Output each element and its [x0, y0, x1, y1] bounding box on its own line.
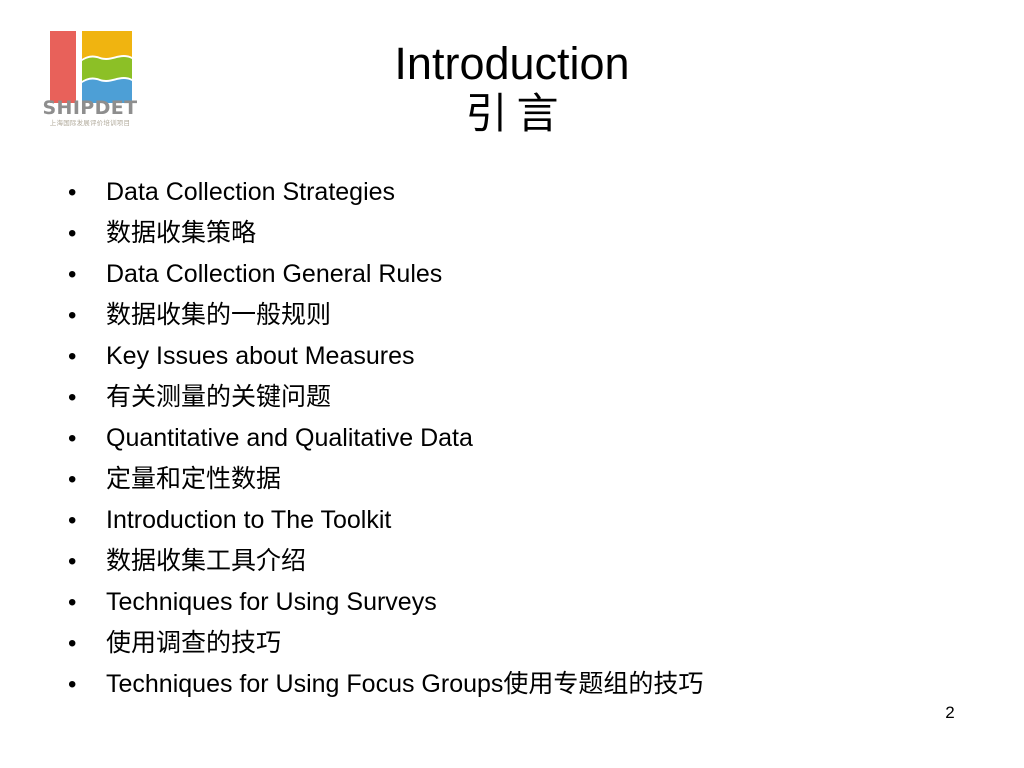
list-item: • 数据收集的一般规则 — [64, 300, 964, 342]
bullet-dot-icon: • — [68, 261, 77, 288]
bullet-dot-icon: • — [68, 302, 77, 329]
list-item: • 使用调查的技巧 — [64, 628, 964, 670]
list-item: • 数据收集策略 — [64, 218, 964, 260]
bullet-dot-icon: • — [68, 466, 77, 493]
bullet-dot-icon: • — [68, 671, 77, 698]
list-item: • 有关测量的关键问题 — [64, 382, 964, 424]
list-item-label: 有关测量的关键问题 — [106, 382, 332, 411]
bullet-dot-icon: • — [68, 220, 77, 247]
list-item-label: 数据收集策略 — [106, 218, 257, 247]
slide: SHIPDET 上海国际发展评价培训项目 Introduction 引言 • Da… — [0, 0, 1024, 768]
bullet-dot-icon: • — [68, 589, 77, 616]
list-item-label: 使用调查的技巧 — [106, 628, 282, 657]
list-item: • Introduction to The Toolkit — [64, 506, 964, 547]
slide-title-block: Introduction 引言 — [0, 40, 1024, 137]
list-item: • Data Collection General Rules — [64, 260, 964, 301]
bullet-dot-icon: • — [68, 507, 77, 534]
list-item-label: Introduction to The Toolkit — [106, 506, 392, 534]
list-item: • Techniques for Using Focus Groups使用专题组的… — [64, 670, 964, 711]
page-title: Introduction — [394, 38, 630, 89]
bullet-dot-icon: • — [68, 384, 77, 411]
list-item-label: 定量和定性数据 — [106, 464, 282, 493]
bullet-dot-icon: • — [68, 630, 77, 657]
bullet-dot-icon: • — [68, 343, 77, 370]
list-item-label: Key Issues about Measures — [106, 342, 415, 370]
list-item-label: Data Collection Strategies — [106, 178, 396, 206]
list-item: • Techniques for Using Surveys — [64, 588, 964, 629]
bullet-dot-icon: • — [68, 548, 77, 575]
list-item: • 定量和定性数据 — [64, 464, 964, 506]
list-item-label: 数据收集的一般规则 — [106, 300, 332, 329]
list-item-label: Techniques for Using Surveys — [106, 588, 437, 616]
list-item: • Quantitative and Qualitative Data — [64, 424, 964, 465]
list-item-label: 数据收集工具介绍 — [106, 546, 307, 575]
agenda-bullet-list: • Data Collection Strategies • 数据收集策略 • Data … — [64, 178, 964, 711]
list-item-label: Quantitative and Qualitative Data — [106, 424, 473, 452]
bullet-dot-icon: • — [68, 425, 77, 452]
page-number: 2 — [945, 703, 955, 722]
list-item-label: Data Collection General Rules — [106, 260, 443, 288]
list-item: • 数据收集工具介绍 — [64, 546, 964, 588]
page-title-chinese: 引言 — [465, 89, 568, 139]
list-item: • Key Issues about Measures — [64, 342, 964, 383]
bullet-dot-icon: • — [68, 179, 77, 206]
list-item: • Data Collection Strategies — [64, 178, 964, 219]
list-item-label: Techniques for Using Focus Groups使用专题组的技… — [106, 670, 704, 698]
